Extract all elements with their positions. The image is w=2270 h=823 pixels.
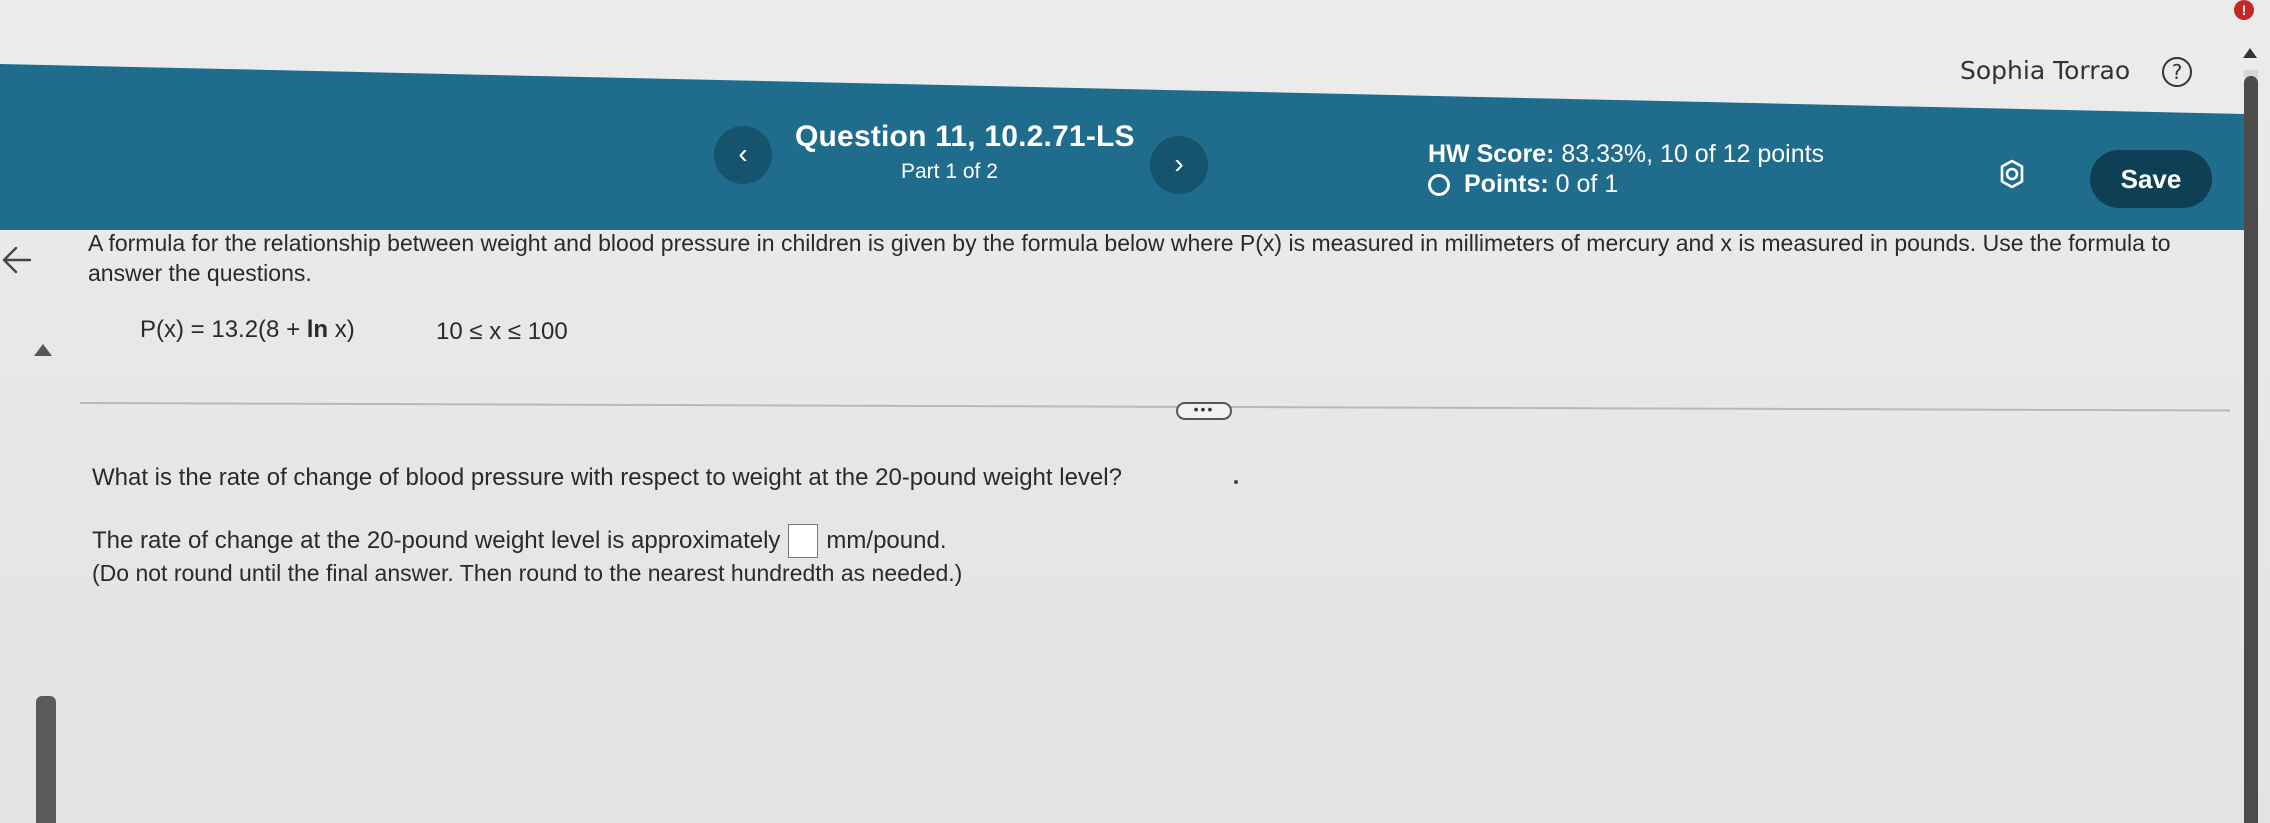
scroll-up-icon[interactable] [34, 344, 52, 356]
points-label: Points: [1464, 170, 1549, 198]
question-title: Question 11, 10.2.71-LS [795, 120, 1135, 153]
scroll-up-icon[interactable] [2243, 48, 2257, 58]
formula-domain: 10 ≤ x ≤ 100 [436, 318, 568, 345]
dot-mark [1234, 480, 1238, 484]
section-divider [79, 402, 2230, 412]
right-scrollbar-thumb[interactable] [2244, 76, 2258, 823]
next-question-button[interactable]: › [1150, 136, 1208, 194]
answer-unit: mm/pound. [826, 527, 947, 554]
formula: P(x) = 13.2(8 + ln x) [140, 316, 355, 344]
gear-icon[interactable] [1996, 158, 2028, 190]
hw-score-label: HW Score: [1428, 140, 1555, 168]
help-icon[interactable]: ? [2162, 57, 2192, 87]
points-status-icon [1428, 173, 1450, 196]
points-value: 0 of 1 [1555, 170, 1619, 198]
question-part: Part 1 of 2 [901, 160, 998, 183]
alert-badge[interactable]: ! [2234, 0, 2254, 20]
hw-score: HW Score: 83.33%, 10 of 12 points [1428, 140, 1824, 169]
save-button[interactable]: Save [2090, 150, 2212, 208]
points: Points: 0 of 1 [1428, 170, 1618, 199]
formula-suffix: x) [328, 316, 355, 343]
formula-ln: ln [306, 316, 329, 343]
user-name[interactable]: Sophia Torrao [1960, 56, 2130, 85]
previous-question-button[interactable]: ‹ [714, 126, 772, 184]
question-text: What is the rate of change of blood pres… [92, 464, 1122, 491]
problem-intro: A formula for the relationship between w… [88, 230, 2171, 286]
top-bar [0, 0, 2270, 62]
hw-score-value: 83.33%, 10 of 12 points [1561, 140, 1825, 168]
answer-prefix: The rate of change at the 20-pound weigh… [92, 527, 781, 554]
rounding-instruction: (Do not round until the final answer. Th… [92, 560, 963, 586]
page: ! Sophia Torrao ? ‹ Question 11, 10.2.71… [0, 0, 2270, 823]
answer-line: The rate of change at the 20-pound weigh… [92, 524, 946, 558]
back-arrow-icon[interactable] [0, 240, 36, 280]
left-scrollbar[interactable] [36, 696, 56, 823]
formula-prefix: P(x) = 13.2(8 + [140, 316, 307, 343]
answer-input[interactable] [788, 524, 819, 558]
expand-more-button[interactable]: ••• [1176, 402, 1232, 420]
